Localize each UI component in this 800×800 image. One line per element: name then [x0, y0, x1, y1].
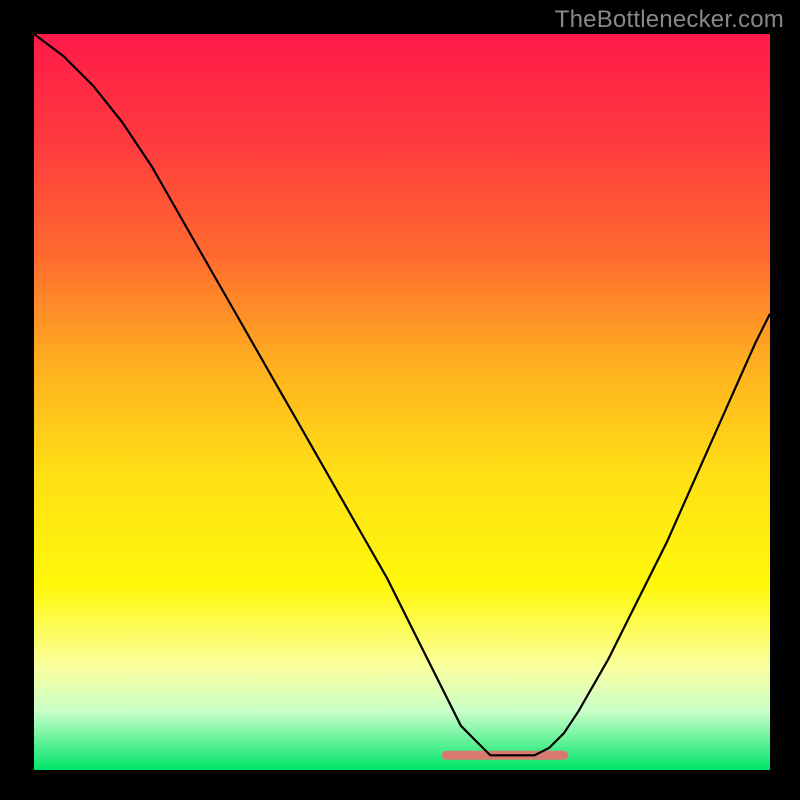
chart-frame: TheBottlenecker.com: [0, 0, 800, 800]
plot-area: [34, 34, 770, 770]
gradient-background: [34, 34, 770, 770]
watermark-text: TheBottlenecker.com: [555, 6, 784, 34]
bottleneck-chart: [34, 34, 770, 770]
